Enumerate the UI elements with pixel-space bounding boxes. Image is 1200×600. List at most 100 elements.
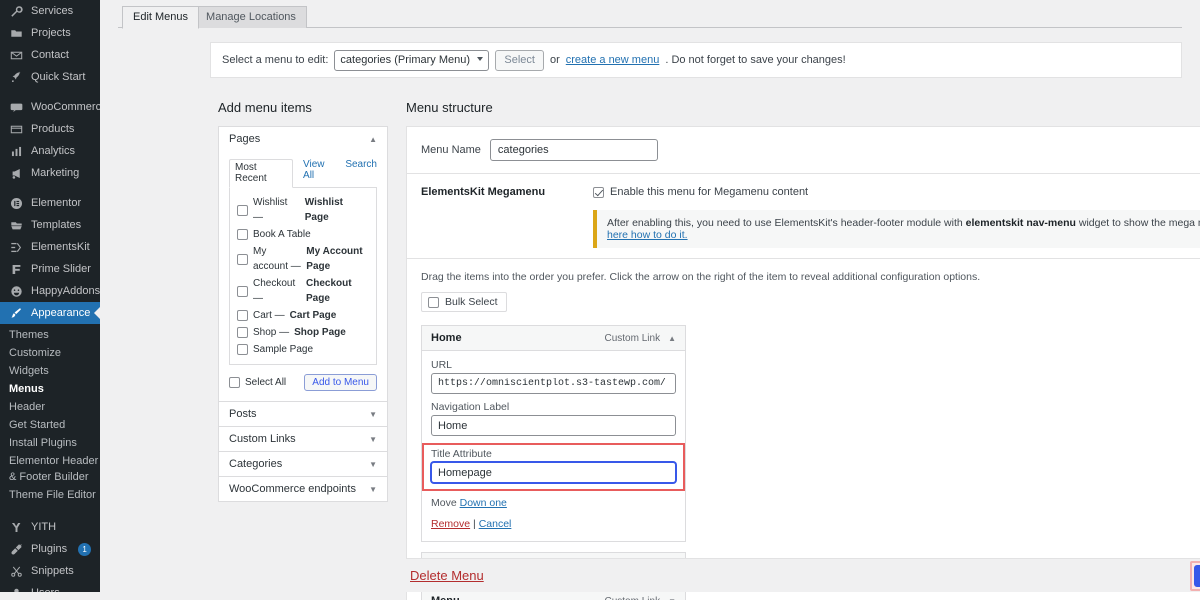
menu-select-dropdown[interactable]: categories (Primary Menu) [334,49,490,71]
sidebar-subitem-customize[interactable]: Customize [0,344,100,362]
accordion-woocommerce-endpoints: WooCommerce endpoints ▼ [219,477,387,501]
page-label: Checkout — [253,278,296,304]
pages-tab-view-all[interactable]: View All [303,159,335,184]
sidebar-item-projects[interactable]: Projects [0,22,100,44]
sidebar-item-label: ElementsKit [31,241,90,253]
cancel-link[interactable]: Cancel [479,518,512,530]
page-checkbox-row[interactable]: Book A Table [237,226,369,243]
sidebar-item-services[interactable]: Services [0,0,100,22]
create-new-menu-link[interactable]: create a new menu [566,54,660,66]
megamenu-enable-checkbox[interactable] [593,186,604,198]
sidebar-subitem-themes[interactable]: Themes [0,326,100,344]
chevron-down-icon[interactable]: ▼ [369,410,377,419]
sidebar-subitem-header[interactable]: Header [0,398,100,416]
page-checkbox[interactable] [237,253,248,265]
sidebar-subitem-widgets[interactable]: Widgets [0,362,100,380]
menu-dropdown-wrap: categories (Primary Menu) [334,49,490,71]
title-attribute-group: Title Attribute [422,443,685,491]
sidebar-item-marketing[interactable]: Marketing [0,162,100,184]
sidebar-item-appearance[interactable]: Appearance [0,302,100,324]
select-all-row[interactable]: Select All [229,374,286,391]
action-separator: | [473,518,476,530]
sidebar-item-users[interactable]: Users [0,582,100,592]
accordion-header[interactable]: Categories ▼ [219,452,387,476]
chevron-down-icon[interactable]: ▼ [369,485,377,494]
sidebar-item-happyaddons[interactable]: HappyAddons [0,280,100,302]
chevron-up-icon[interactable]: ▲ [668,334,676,343]
select-all-checkbox[interactable] [229,377,240,388]
prime-slider-icon [9,262,23,276]
navigation-label-input[interactable] [431,415,676,436]
select-button[interactable]: Select [495,49,544,71]
url-input[interactable] [431,373,676,394]
page-checkbox-row[interactable]: Wishlist — Wishlist Page [237,194,369,226]
accordion-pages-header[interactable]: Pages ▲ [219,127,387,151]
menu-name-label: Menu Name [421,144,481,156]
page-checkbox-row[interactable]: Cart — Cart Page [237,307,369,324]
sidebar-item-analytics[interactable]: Analytics [0,140,100,162]
sidebar-item-products[interactable]: Products [0,118,100,140]
page-checkbox-row[interactable]: Sample Page [237,341,369,358]
sidebar-subitem-elementor-header-footer-builder[interactable]: Elementor Header & Footer Builder [0,452,100,486]
title-attribute-input[interactable] [431,462,676,483]
page-checkbox[interactable] [237,229,248,240]
accordion-header[interactable]: WooCommerce endpoints ▼ [219,477,387,501]
tab-manage-locations[interactable]: Manage Locations [195,6,307,28]
rocket-icon [9,70,23,84]
bulk-select-checkbox[interactable] [428,296,439,308]
wrench-icon [9,4,23,18]
menu-item-menu-title: Menu [431,595,460,600]
menu-name-input[interactable] [489,139,658,161]
sidebar-subitem-theme-file-editor[interactable]: Theme File Editor [0,486,100,504]
drag-hint-text: Drag the items into the order you prefer… [421,271,981,283]
add-to-menu-button[interactable]: Add to Menu [304,374,377,391]
pages-tab-search[interactable]: Search [345,159,377,184]
megamenu-notice: After enabling this, you need to use Ele… [593,210,1200,248]
accordion-header[interactable]: Posts ▼ [219,402,387,426]
bulk-select-toggle[interactable]: Bulk Select [421,292,507,312]
sidebar-item-quick-start[interactable]: Quick Start [0,66,100,88]
tab-edit-menus[interactable]: Edit Menus [122,6,200,29]
accordion-header[interactable]: Custom Links ▼ [219,427,387,451]
sidebar-item-elementskit[interactable]: ElementsKit [0,236,100,258]
chevron-down-icon[interactable]: ▼ [369,460,377,469]
sidebar-item-woocommerce[interactable]: WooCommerce [0,96,100,118]
sidebar-item-contact[interactable]: Contact [0,44,100,66]
page-checkbox[interactable] [237,344,248,355]
sidebar-item-yith[interactable]: YITH [0,516,100,538]
sidebar-item-elementor[interactable]: Elementor [0,192,100,214]
menu-structure-panel: Menu Name ElementsKit Megamenu Enable th… [406,126,1200,600]
nav-label-field-label: Navigation Label [431,401,510,413]
page-checkbox[interactable] [237,327,248,338]
save-menu-button[interactable]: Save Menu [1194,564,1200,587]
accordion-categories: Categories ▼ [219,452,387,477]
sidebar-subitem-install-plugins[interactable]: Install Plugins [0,434,100,452]
menu-item-home-header[interactable]: Home Custom Link ▲ [421,325,686,351]
sidebar-item-prime-slider[interactable]: Prime Slider [0,258,100,280]
page-checkbox[interactable] [237,285,248,297]
sidebar-subitem-menus[interactable]: Menus [0,380,100,398]
sidebar-subitem-get-started[interactable]: Get Started [0,416,100,434]
page-checkbox-row[interactable]: Shop — Shop Page [237,324,369,341]
page-checkbox[interactable] [237,310,248,321]
appearance-brush-icon [9,306,23,320]
delete-menu-link[interactable]: Delete Menu [410,568,484,583]
other-accordions: Posts ▼ Custom Links ▼ Categories ▼ WooCommerc… [219,402,387,501]
chevron-up-icon[interactable]: ▲ [369,135,377,144]
sidebar-item-templates[interactable]: Templates [0,214,100,236]
sidebar-item-label: Appearance [31,307,91,319]
megamenu-enable-row[interactable]: Enable this menu for Megamenu content [593,186,1200,198]
menu-item-home-type: Custom Link [604,332,661,344]
chevron-down-icon[interactable]: ▼ [668,597,676,600]
remove-link[interactable]: Remove [431,518,470,530]
chevron-down-icon[interactable]: ▼ [369,435,377,444]
page-checkbox-row[interactable]: Checkout — Checkout Page [237,275,369,307]
move-label: Move [431,497,457,509]
sidebar-item-snippets[interactable]: Snippets [0,560,100,582]
pages-tab-most-recent[interactable]: Most Recent [229,159,294,188]
move-down-one-link[interactable]: Down one [460,497,507,509]
page-checkbox-row[interactable]: My account — My Account Page [237,243,369,275]
sidebar-item-plugins[interactable]: Plugins 1 [0,538,100,560]
page-checkbox[interactable] [237,204,248,216]
accordion-pages-body: Most Recent View All Search Wishlist — Wis… [219,151,387,401]
